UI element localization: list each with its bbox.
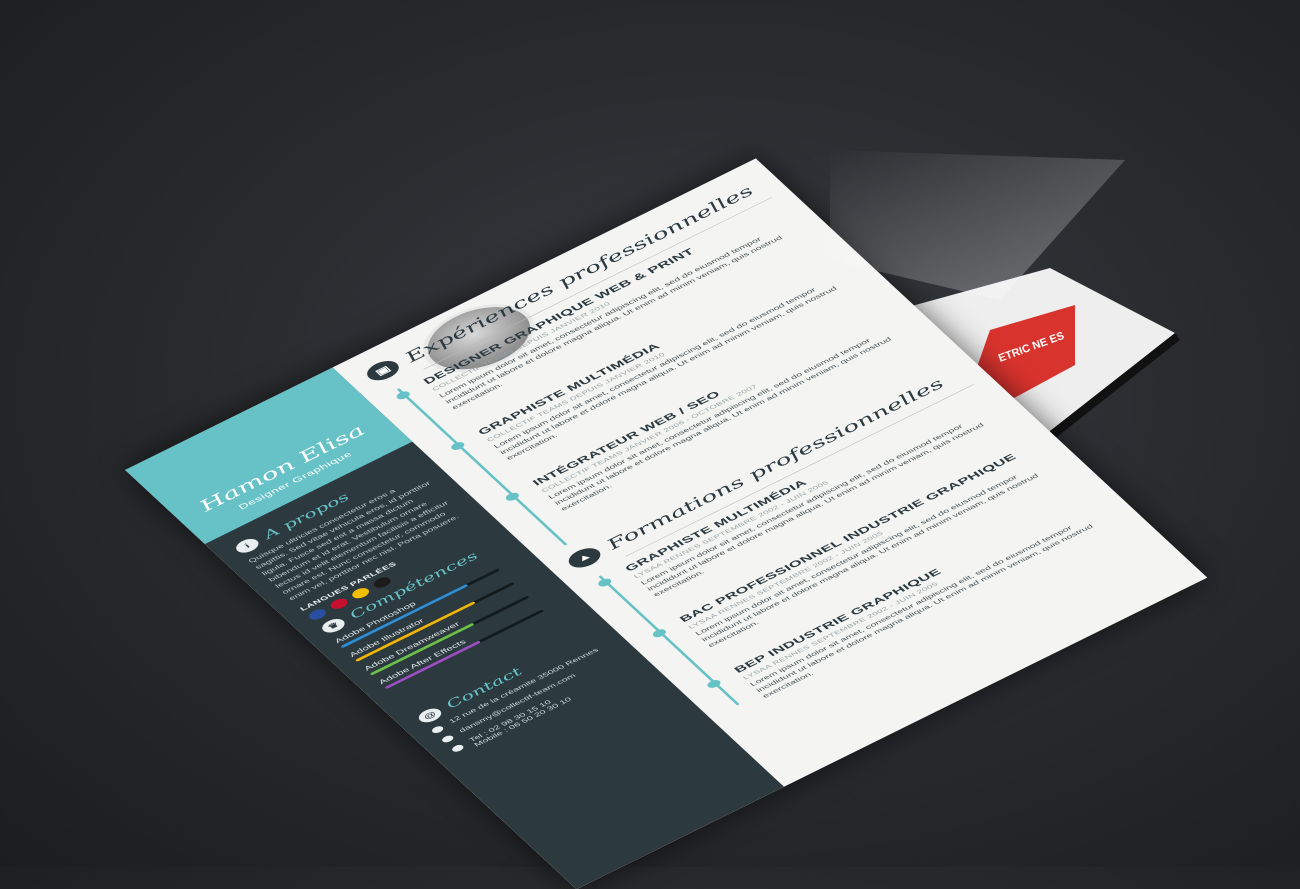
graduation-cap-icon: ▲ [563,544,606,571]
mockup-scene: ETRIC NE ES Hamon Elisa Designer Graphiq… [0,0,1300,867]
briefcase-icon: ▣ [362,357,405,384]
